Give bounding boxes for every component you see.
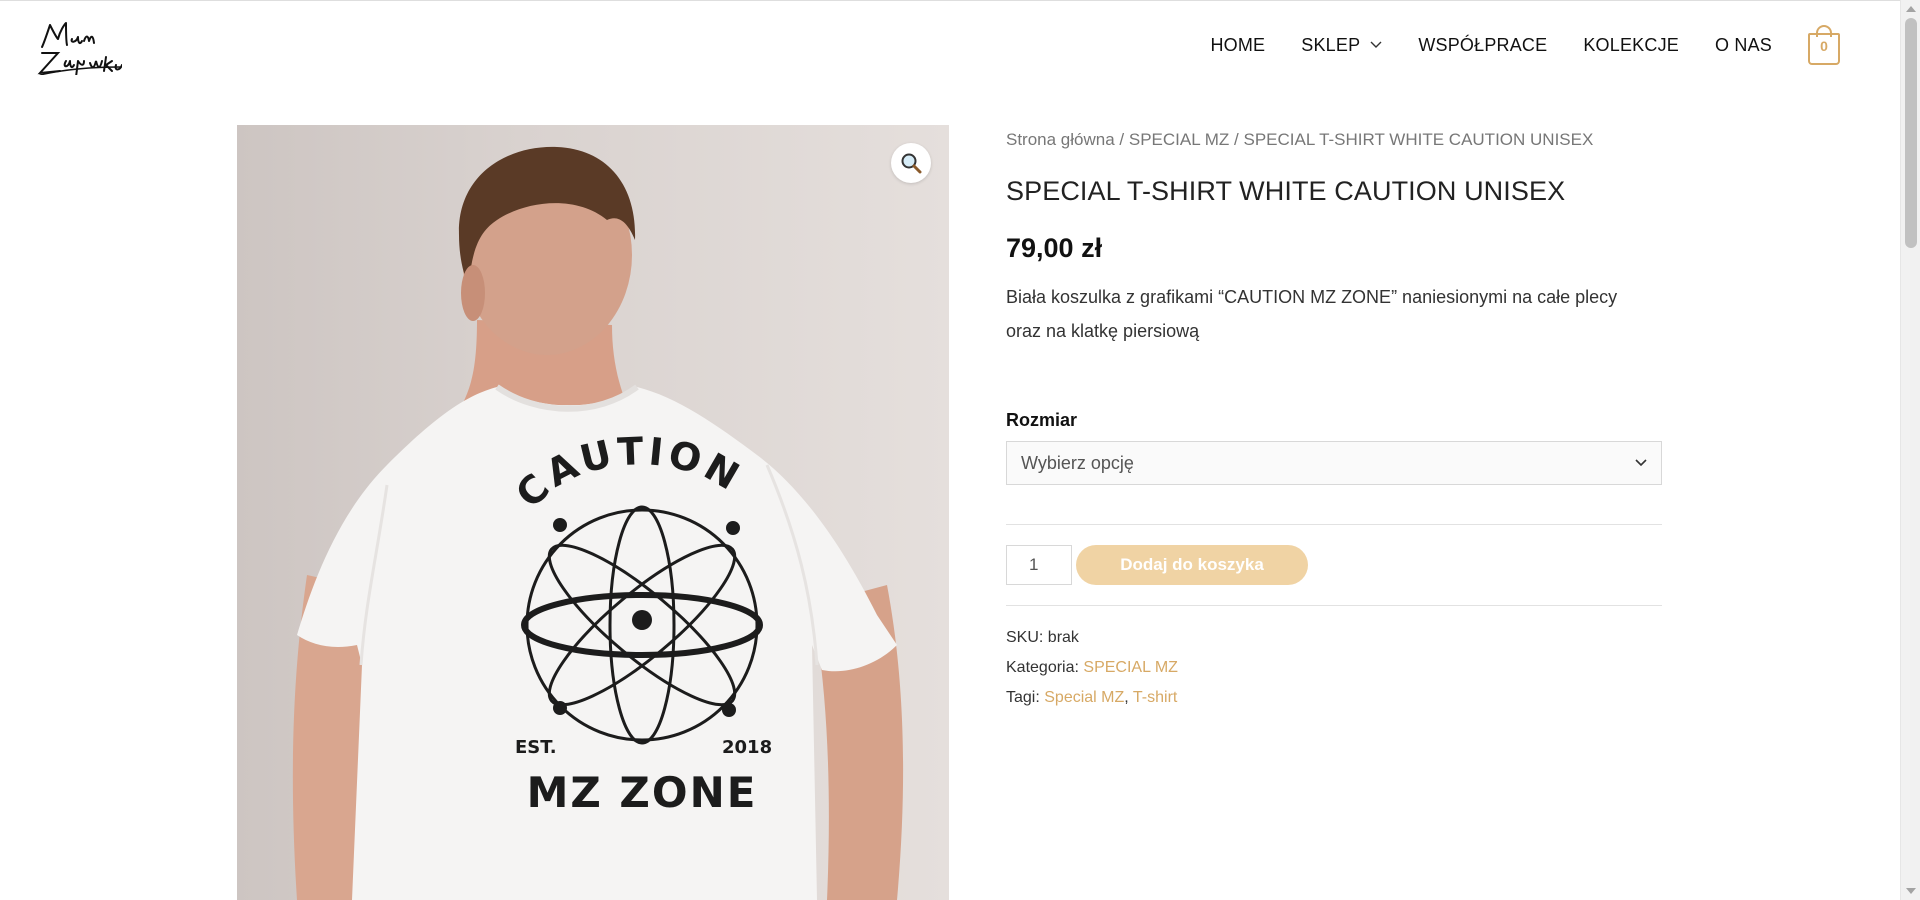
cart-button[interactable]: 0: [1808, 25, 1842, 65]
nav-sklep[interactable]: SKLEP: [1301, 35, 1382, 56]
scroll-up-arrow[interactable]: [1906, 6, 1916, 12]
breadcrumb-category[interactable]: SPECIAL MZ: [1129, 130, 1229, 149]
product-meta: SKU: brak Kategoria: SPECIAL MZ Tagi: Sp…: [1006, 623, 1662, 713]
print-year-text: 2018: [722, 737, 772, 758]
nav-wspolprace-label: WSPÓŁPRACE: [1418, 34, 1548, 55]
breadcrumb-current: SPECIAL T-SHIRT WHITE CAUTION UNISEX: [1243, 130, 1594, 149]
breadcrumb: Strona główna / SPECIAL MZ / SPECIAL T-S…: [1006, 125, 1662, 155]
nav-home-label: HOME: [1210, 34, 1266, 55]
product-gallery[interactable]: CAUTION EST. 2018 MZ ZONE: [237, 125, 949, 900]
main-nav: HOME SKLEP WSPÓŁPRACE KOLEKCJE O NAS 0: [1174, 23, 1842, 67]
sku-label: SKU:: [1006, 629, 1044, 646]
nav-o-nas-label: O NAS: [1714, 34, 1772, 55]
tag-separator: ,: [1124, 689, 1133, 706]
size-select-value: Wybierz opcję: [1021, 453, 1134, 473]
nav-sklep-label: SKLEP: [1301, 34, 1361, 55]
divider: [1006, 605, 1662, 606]
product-title: SPECIAL T-SHIRT WHITE CAUTION UNISEX: [1006, 176, 1566, 206]
nav-kolekcje[interactable]: KOLEKCJE: [1583, 35, 1679, 56]
add-to-cart-button[interactable]: Dodaj do koszyka: [1076, 545, 1308, 585]
tag-link[interactable]: Special MZ: [1044, 689, 1124, 706]
tag-link[interactable]: T-shirt: [1133, 689, 1177, 706]
breadcrumb-home[interactable]: Strona główna: [1006, 130, 1115, 149]
nav-home[interactable]: HOME: [1210, 35, 1265, 56]
scroll-down-arrow[interactable]: [1906, 888, 1916, 894]
sku-value: brak: [1047, 629, 1079, 646]
scroll-thumb[interactable]: [1905, 18, 1917, 248]
product-description: Biała koszulka z grafikami “CAUTION MZ Z…: [1006, 287, 1618, 341]
magnifier-icon: [901, 153, 922, 174]
print-est-text: EST.: [515, 737, 557, 758]
nav-kolekcje-label: KOLEKCJE: [1583, 34, 1679, 55]
nav-o-nas[interactable]: O NAS: [1715, 35, 1772, 56]
product-price: 79,00 zł: [1006, 233, 1103, 263]
category-label: Kategoria:: [1006, 659, 1079, 676]
tags-label: Tagi:: [1006, 689, 1040, 706]
add-to-cart-row: 1 Dodaj do koszyka: [1006, 525, 1662, 605]
page-scrollbar[interactable]: [1900, 0, 1920, 900]
tags-row: Tagi: Special MZ, T-shirt: [1006, 683, 1662, 713]
sku-row: SKU: brak: [1006, 623, 1662, 653]
print-mz-zone-text: MZ ZONE: [527, 768, 758, 817]
category-link[interactable]: SPECIAL MZ: [1083, 659, 1178, 676]
breadcrumb-separator: /: [1229, 130, 1244, 149]
cart-count: 0: [1820, 38, 1828, 54]
size-label: Rozmiar: [1006, 410, 1078, 430]
category-row: Kategoria: SPECIAL MZ: [1006, 653, 1662, 683]
product-summary: Strona główna / SPECIAL MZ / SPECIAL T-S…: [1006, 125, 1662, 713]
site-header: HOME SKLEP WSPÓŁPRACE KOLEKCJE O NAS 0: [0, 1, 1900, 91]
breadcrumb-separator: /: [1114, 130, 1129, 149]
zoom-button[interactable]: [891, 143, 931, 183]
chevron-down-icon: [1370, 41, 1382, 48]
product-image[interactable]: CAUTION EST. 2018 MZ ZONE: [237, 125, 949, 900]
size-select[interactable]: Wybierz opcję: [1006, 441, 1662, 485]
quantity-input[interactable]: 1: [1006, 545, 1072, 585]
nav-wspolprace[interactable]: WSPÓŁPRACE: [1418, 35, 1547, 56]
chevron-down-icon: [1635, 459, 1647, 467]
site-logo[interactable]: [36, 17, 122, 75]
